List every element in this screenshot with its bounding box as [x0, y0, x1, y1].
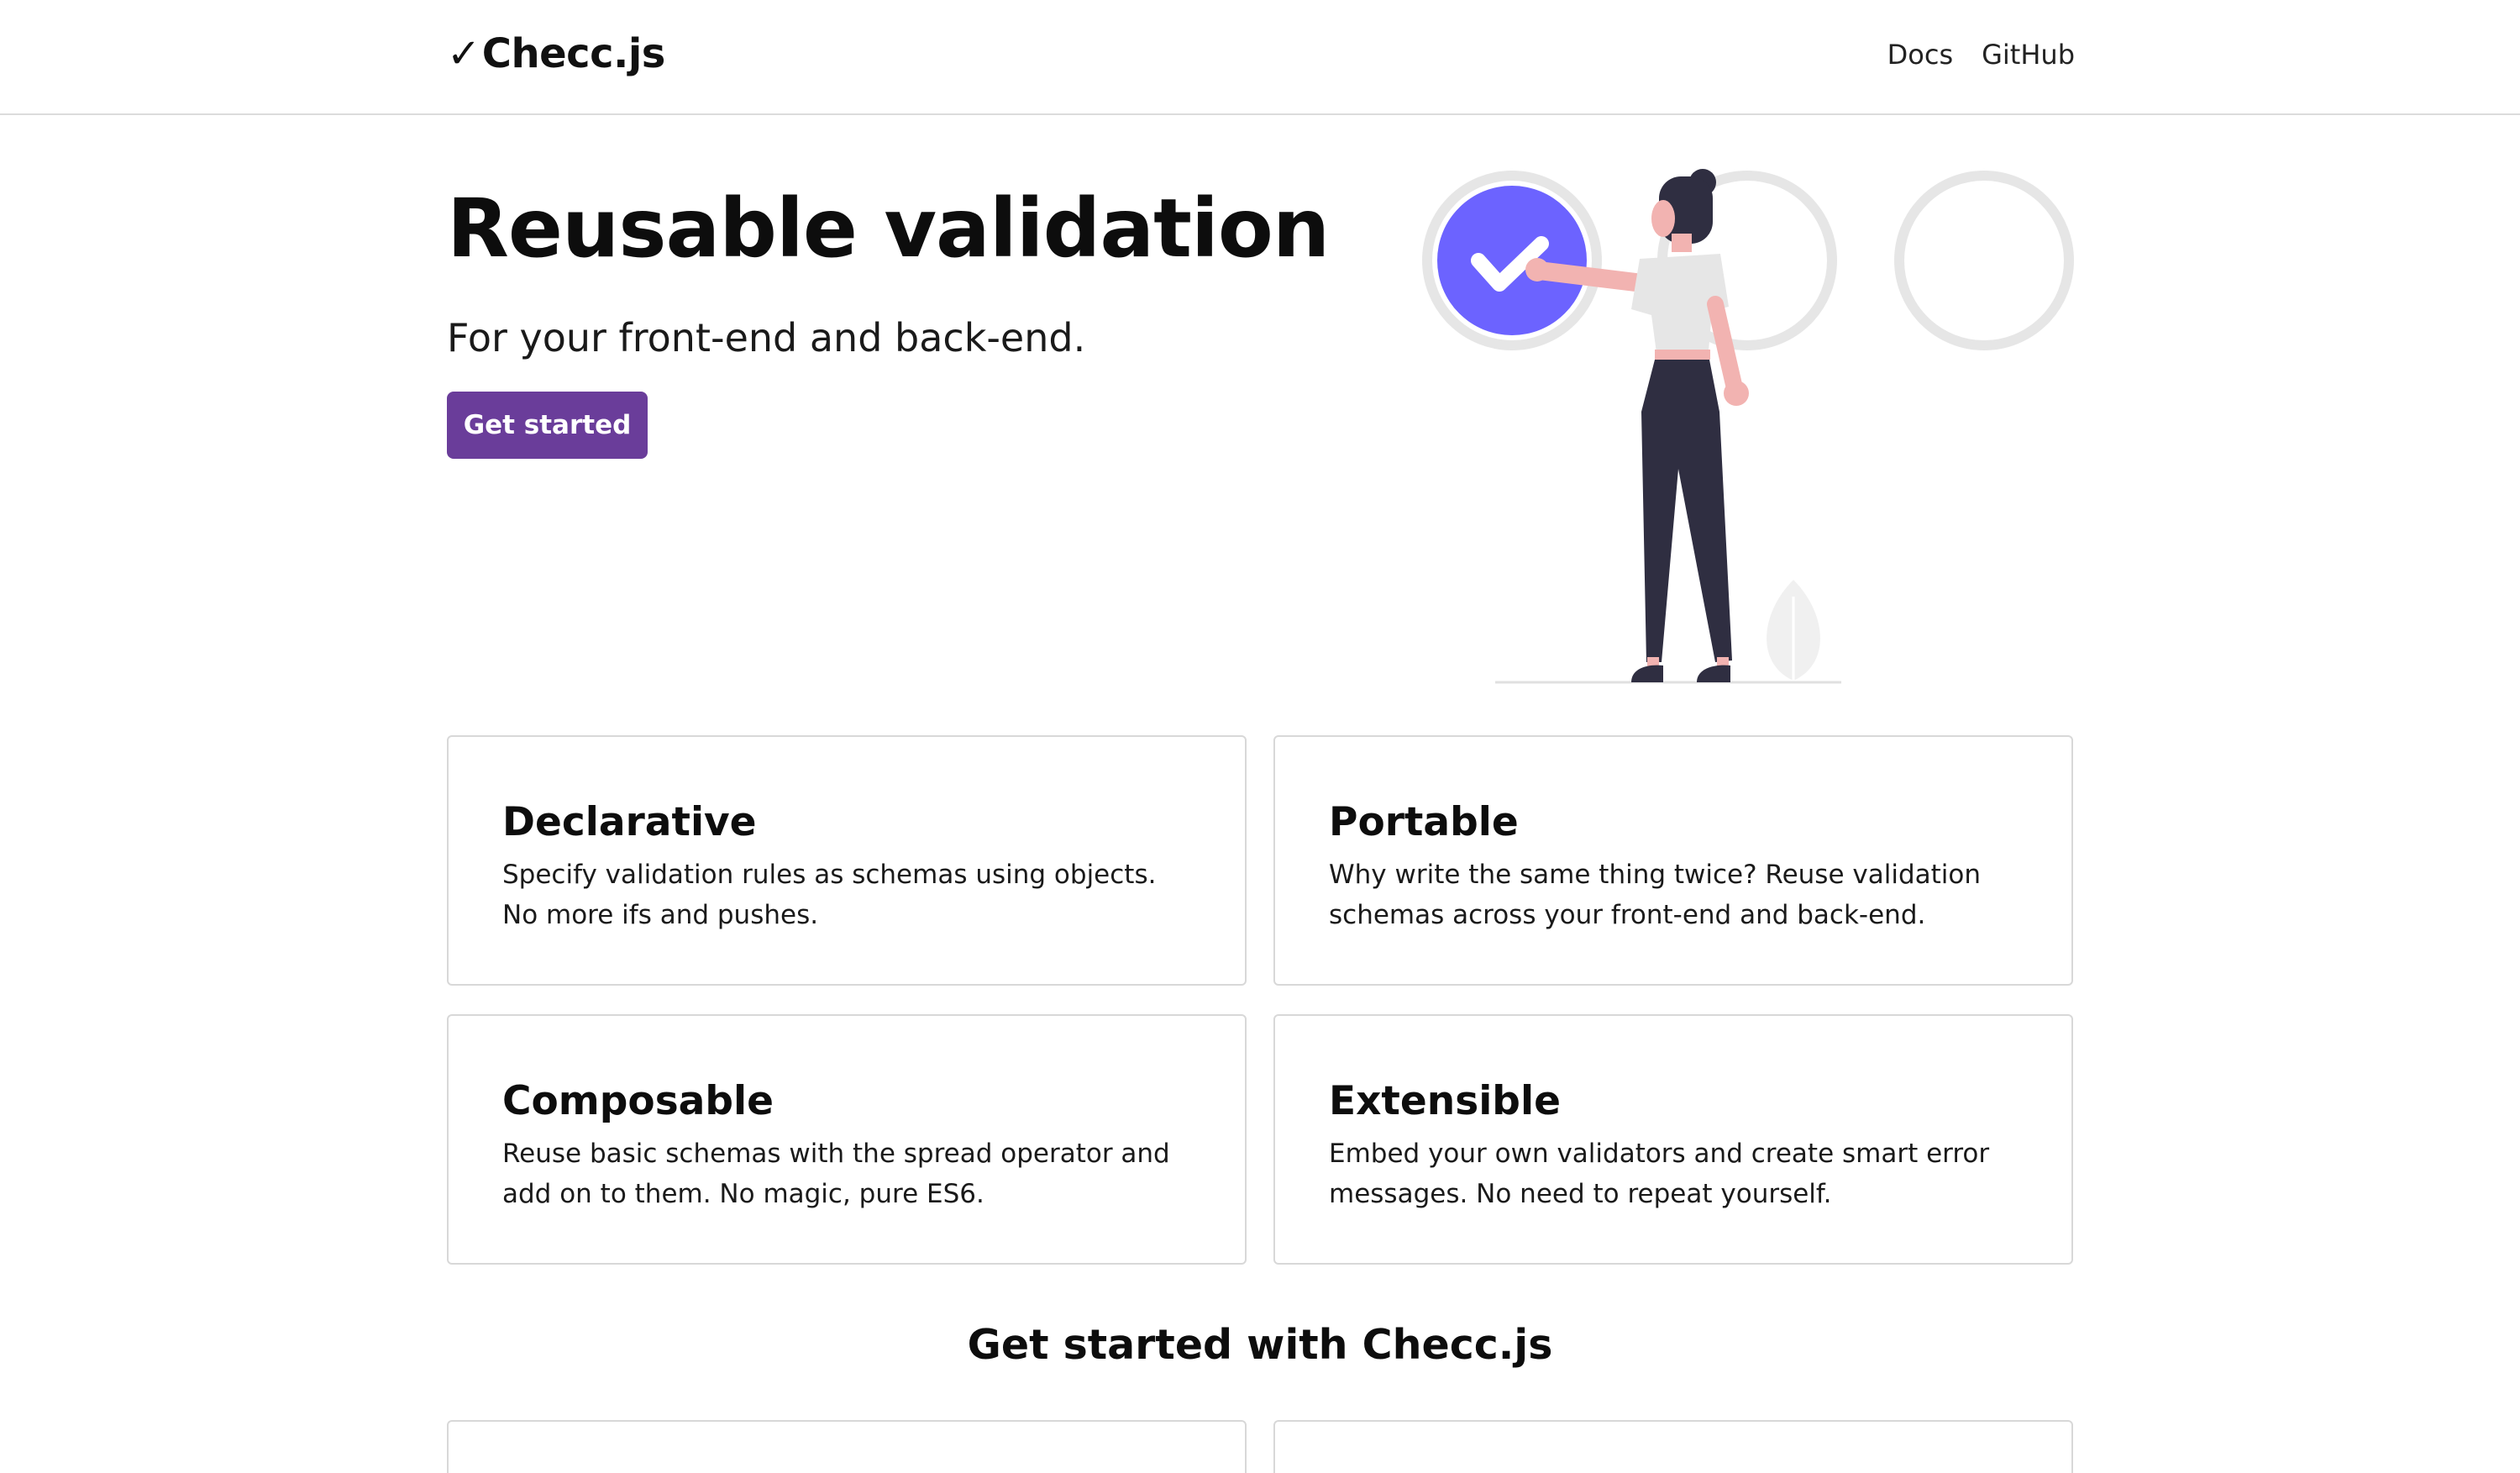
- get-started-heading: Get started with Checc.js: [967, 1321, 1553, 1369]
- brand-logo[interactable]: ✓Checc.js: [447, 30, 665, 77]
- nav-links: Docs GitHub: [1887, 39, 2075, 71]
- checked-circle-icon: [1437, 186, 1587, 335]
- circle-outline-3: [1894, 171, 2074, 350]
- get-started-card-1: [447, 1420, 1247, 1473]
- feature-text: Why write the same thing twice? Reuse va…: [1329, 860, 1981, 930]
- get-started-card-2: [1273, 1420, 2073, 1473]
- checkmark-icon: ✓: [447, 30, 480, 77]
- feature-card-composable: Composable Reuse basic schemas with the …: [447, 1014, 1247, 1265]
- feature-title: Declarative: [502, 799, 757, 845]
- feature-card-portable: Portable Why write the same thing twice?…: [1273, 735, 2073, 986]
- feature-title: Composable: [502, 1078, 774, 1124]
- brand-name: Checc.js: [481, 30, 666, 77]
- nav-link-docs[interactable]: Docs: [1887, 39, 1953, 71]
- feature-text: Embed your own validators and create sma…: [1329, 1139, 1990, 1209]
- feature-card-extensible: Extensible Embed your own validators and…: [1273, 1014, 2073, 1265]
- hero-illustration: [1422, 169, 2074, 684]
- get-started-button[interactable]: Get started: [447, 392, 648, 459]
- navbar: ✓Checc.js Docs GitHub: [0, 0, 2520, 115]
- feature-title: Extensible: [1329, 1078, 1561, 1124]
- feature-text: Specify validation rules as schemas usin…: [502, 860, 1157, 930]
- feature-card-declarative: Declarative Specify validation rules as …: [447, 735, 1247, 986]
- nav-link-github[interactable]: GitHub: [1982, 39, 2075, 71]
- feature-title: Portable: [1329, 799, 1519, 845]
- plant-icon: [1767, 580, 1820, 681]
- hero-title: Reusable validation: [447, 181, 1330, 276]
- feature-text: Reuse basic schemas with the spread oper…: [502, 1139, 1170, 1209]
- hero-subtitle: For your front-end and back-end.: [447, 315, 1086, 360]
